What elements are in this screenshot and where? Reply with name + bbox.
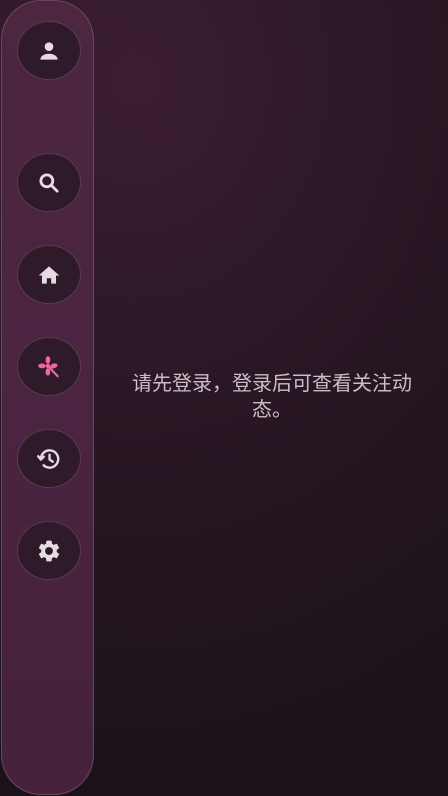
person-icon	[36, 38, 62, 64]
home-icon	[36, 262, 62, 288]
pinwheel-icon	[36, 354, 62, 380]
history-icon	[36, 446, 62, 472]
gear-icon	[36, 538, 62, 564]
sidebar-item-settings[interactable]	[17, 521, 81, 580]
sidebar-item-home[interactable]	[17, 245, 81, 304]
sidebar-item-search[interactable]	[17, 153, 81, 212]
login-prompt-message: 请先登录，登录后可查看关注动态。	[132, 371, 412, 421]
sidebar	[1, 0, 94, 795]
sidebar-item-history[interactable]	[17, 429, 81, 488]
search-icon	[36, 170, 62, 196]
sidebar-item-following[interactable]	[17, 337, 81, 396]
sidebar-item-profile[interactable]	[17, 21, 81, 80]
